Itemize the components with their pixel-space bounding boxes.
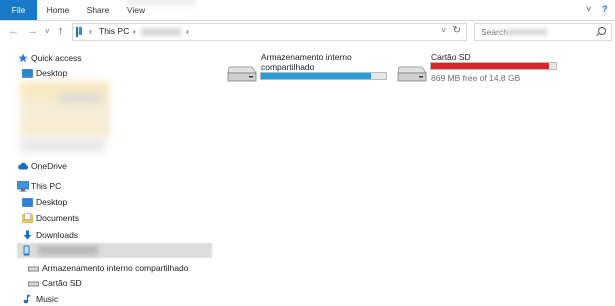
drive-usage-bar: [260, 72, 387, 80]
drive-name: Cartão SD: [431, 52, 471, 62]
drive-usage-fill: [431, 63, 549, 69]
help-icon[interactable]: ?: [602, 4, 608, 14]
back-arrow-icon[interactable]: ←: [8, 25, 19, 37]
drive-icon: [397, 66, 427, 82]
nav-onedrive[interactable]: OneDrive: [31, 160, 67, 173]
drive-tile-sd-card[interactable]: Cartão SD 869 MB free of 14,8 GB: [396, 49, 566, 89]
tab-share[interactable]: Share: [80, 0, 116, 20]
address-toolbar: ← → ˅ ↑ › This PC › › ˅ ↻ Search: [0, 21, 615, 43]
nav-desktop[interactable]: Desktop: [36, 196, 67, 209]
cloud-icon: [18, 162, 29, 170]
star-icon: [18, 53, 28, 63]
forward-arrow-icon[interactable]: →: [27, 25, 38, 37]
drive-icon: [227, 66, 257, 82]
computer-icon: [17, 181, 29, 192]
desktop-folder-icon: [22, 198, 33, 207]
breadcrumb-separator[interactable]: ›: [89, 26, 92, 36]
search-icon[interactable]: [598, 27, 606, 35]
nav-quick-access[interactable]: Quick access: [31, 52, 82, 65]
redacted-area: [20, 138, 105, 152]
breadcrumb-separator[interactable]: ›: [133, 26, 136, 36]
navigation-pane: Quick access Desktop OneDrive This PC De…: [0, 44, 212, 304]
redacted-area: [60, 94, 100, 102]
music-note-icon: [23, 294, 32, 304]
drive-tile-storage-internal[interactable]: Armazenamento interno compartilhado: [226, 49, 401, 89]
redacted-area: [38, 246, 98, 255]
ribbon: File Home Share View ˅ ?: [0, 0, 615, 21]
documents-folder-icon: [22, 213, 33, 223]
address-dropdown-icon[interactable]: ˅: [441, 26, 446, 35]
nav-quick-access-desktop[interactable]: Desktop: [36, 67, 67, 80]
content-pane: Armazenamento interno compartilhado Cart…: [213, 44, 615, 300]
nav-storage-internal[interactable]: Armazenamento interno compartilhado: [42, 262, 188, 275]
refresh-icon[interactable]: ↻: [453, 25, 461, 36]
drive-name-line1: Armazenamento interno: [261, 52, 352, 62]
ribbon-collapse-icon[interactable]: ˅: [586, 4, 591, 14]
redacted-area: [141, 28, 181, 36]
search-placeholder: Search: [481, 27, 508, 37]
up-arrow-icon[interactable]: ↑: [58, 25, 64, 37]
tab-file[interactable]: File: [0, 0, 37, 20]
desktop-folder-icon: [22, 69, 33, 78]
nav-sd-card[interactable]: Cartão SD: [42, 277, 82, 290]
nav-downloads[interactable]: Downloads: [36, 229, 78, 242]
download-arrow-icon: [23, 230, 32, 240]
tab-home[interactable]: Home: [41, 0, 75, 20]
phone-icon: [23, 245, 30, 256]
nav-this-pc[interactable]: This PC: [31, 180, 61, 193]
drive-usage-bar: [430, 62, 557, 70]
nav-documents[interactable]: Documents: [36, 212, 79, 225]
drive-icon: [28, 281, 39, 287]
drive-usage-fill: [261, 73, 371, 79]
recent-locations-icon[interactable]: ˅: [45, 26, 50, 38]
search-box[interactable]: Search: [474, 23, 612, 41]
computer-icon: [76, 27, 87, 37]
drive-free-space: 869 MB free of 14,8 GB: [431, 73, 521, 83]
redacted-area: [126, 0, 196, 6]
redacted-area: [507, 29, 547, 35]
redacted-area: [20, 82, 110, 138]
drive-icon: [28, 266, 39, 272]
breadcrumb-separator[interactable]: ›: [186, 26, 189, 36]
breadcrumb-this-pc[interactable]: This PC: [99, 26, 129, 36]
address-bar[interactable]: › This PC › › ˅ ↻: [72, 23, 467, 41]
drive-name-line2: compartilhado: [261, 62, 315, 72]
